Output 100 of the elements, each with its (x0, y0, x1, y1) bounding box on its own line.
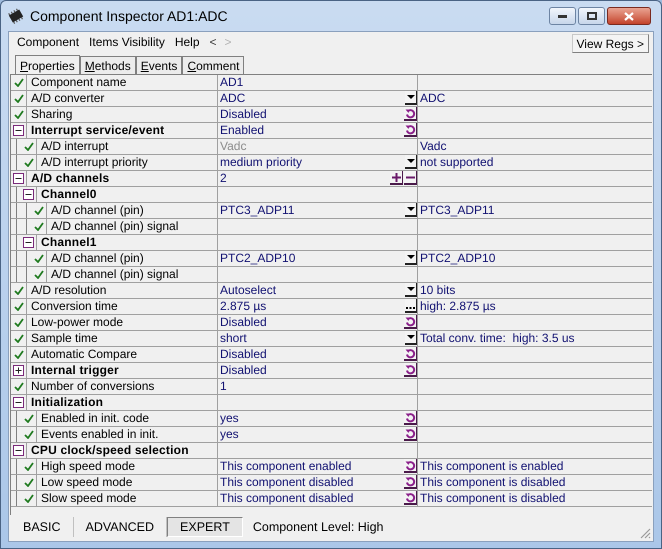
ellipsis-button[interactable] (405, 299, 417, 313)
property-value: AD1 (219, 75, 244, 90)
caret-icon (406, 286, 414, 292)
expand-icon[interactable] (13, 365, 24, 376)
resize-grip-icon (639, 527, 651, 539)
property-value: 1 (219, 379, 228, 394)
reset-button[interactable] (404, 427, 417, 441)
property-name: Low speed mode (40, 475, 132, 490)
caret-icon (406, 254, 414, 260)
property-value: Disabled (219, 107, 268, 122)
reset-button[interactable] (404, 347, 417, 361)
collapse-icon[interactable] (13, 445, 24, 456)
property-name: Sharing (30, 107, 72, 122)
maximize-button[interactable] (578, 7, 605, 25)
property-info: ADC (419, 91, 446, 106)
reset-button[interactable] (404, 411, 417, 425)
reset-button[interactable] (404, 315, 417, 329)
property-value: Disabled (219, 315, 268, 330)
collapse-icon[interactable] (23, 189, 34, 200)
property-info: Total conv. time: high: 3.5 us (419, 331, 575, 346)
reset-icon (404, 412, 416, 422)
property-value: ADC (219, 91, 246, 106)
collapse-icon[interactable] (13, 397, 24, 408)
reset-icon (404, 428, 416, 438)
level-button[interactable]: EXPERT (167, 517, 243, 537)
property-value: short (219, 331, 248, 346)
property-name: A/D channel (pin) (50, 203, 144, 218)
reset-button[interactable] (404, 491, 417, 505)
view-regs-button[interactable]: View Regs > (572, 34, 649, 52)
minimize-icon (558, 14, 567, 18)
property-value: Vadc (219, 139, 248, 154)
property-name: Slow speed mode (40, 491, 136, 506)
property-name: A/D interrupt priority (40, 155, 148, 170)
reset-icon (404, 364, 416, 374)
property-name: A/D resolution (30, 283, 106, 298)
reset-button[interactable] (404, 475, 417, 489)
dropdown-button[interactable] (405, 203, 417, 217)
reset-icon (404, 476, 416, 486)
property-value: Disabled (219, 363, 268, 378)
close-icon (624, 12, 634, 20)
dropdown-button[interactable] (405, 283, 417, 297)
property-value: PTC3_ADP11 (219, 203, 296, 218)
tab[interactable]: Events (136, 56, 182, 74)
property-info: not supported (419, 155, 494, 170)
caret-icon (406, 206, 414, 212)
property-info: 10 bits (419, 283, 456, 298)
back-button[interactable]: < (210, 33, 217, 51)
tab[interactable]: Methods (80, 56, 136, 74)
minimize-button[interactable] (549, 7, 576, 25)
menu-item[interactable]: Items Visibility (85, 33, 169, 51)
property-info: PTC3_ADP11 (419, 203, 494, 218)
caret-icon (406, 158, 414, 164)
menu-item[interactable]: Component (13, 33, 84, 51)
collapse-icon[interactable] (13, 125, 24, 136)
property-value: This component enabled (219, 459, 352, 474)
property-value: 2.875 µs (219, 299, 268, 314)
reset-button[interactable] (404, 459, 417, 473)
group-label: Channel0 (40, 187, 97, 202)
group-label: CPU clock/speed selection (30, 443, 189, 458)
maximize-icon (586, 12, 596, 20)
add-button[interactable] (390, 171, 403, 185)
property-name: A/D converter (30, 91, 104, 106)
reset-icon (404, 124, 416, 134)
property-value: PTC2_ADP10 (219, 251, 296, 266)
property-value: Enabled (219, 123, 266, 138)
plus-icon (392, 172, 400, 182)
reset-button[interactable] (404, 363, 417, 377)
property-info: Vadc (419, 139, 446, 154)
close-button[interactable] (607, 7, 651, 25)
property-name: High speed mode (40, 459, 136, 474)
property-name: Automatic Compare (30, 347, 138, 362)
property-name: Conversion time (30, 299, 118, 314)
dropdown-button[interactable] (405, 91, 417, 105)
tab[interactable]: Properties (15, 55, 80, 75)
property-name: Enabled in init. code (40, 411, 150, 426)
dropdown-button[interactable] (405, 331, 417, 345)
collapse-icon[interactable] (13, 173, 24, 184)
caret-icon (406, 334, 414, 340)
reset-button[interactable] (404, 123, 417, 137)
reset-icon (404, 316, 416, 326)
property-value: medium priority (219, 155, 304, 170)
group-label: A/D channels (30, 171, 110, 186)
tab[interactable]: Comment (182, 56, 244, 74)
reset-icon (404, 492, 416, 502)
collapse-icon[interactable] (23, 237, 34, 248)
property-name: A/D channel (pin) (50, 251, 144, 266)
group-label: Initialization (30, 395, 104, 410)
dropdown-button[interactable] (405, 251, 417, 265)
window-title: Component Inspector AD1:ADC (30, 6, 228, 26)
menu-item[interactable]: Help (170, 33, 204, 51)
reset-button[interactable] (404, 107, 417, 121)
property-value: yes (219, 427, 240, 442)
property-info: This component is enabled (419, 459, 564, 474)
property-info: This component is disabled (419, 475, 566, 490)
property-value: This component disabled (219, 491, 354, 506)
dropdown-button[interactable] (405, 155, 417, 169)
remove-button[interactable] (404, 171, 417, 185)
level-button[interactable]: BASIC (11, 517, 74, 537)
check-icon (14, 382, 24, 391)
property-value: Disabled (219, 347, 268, 362)
